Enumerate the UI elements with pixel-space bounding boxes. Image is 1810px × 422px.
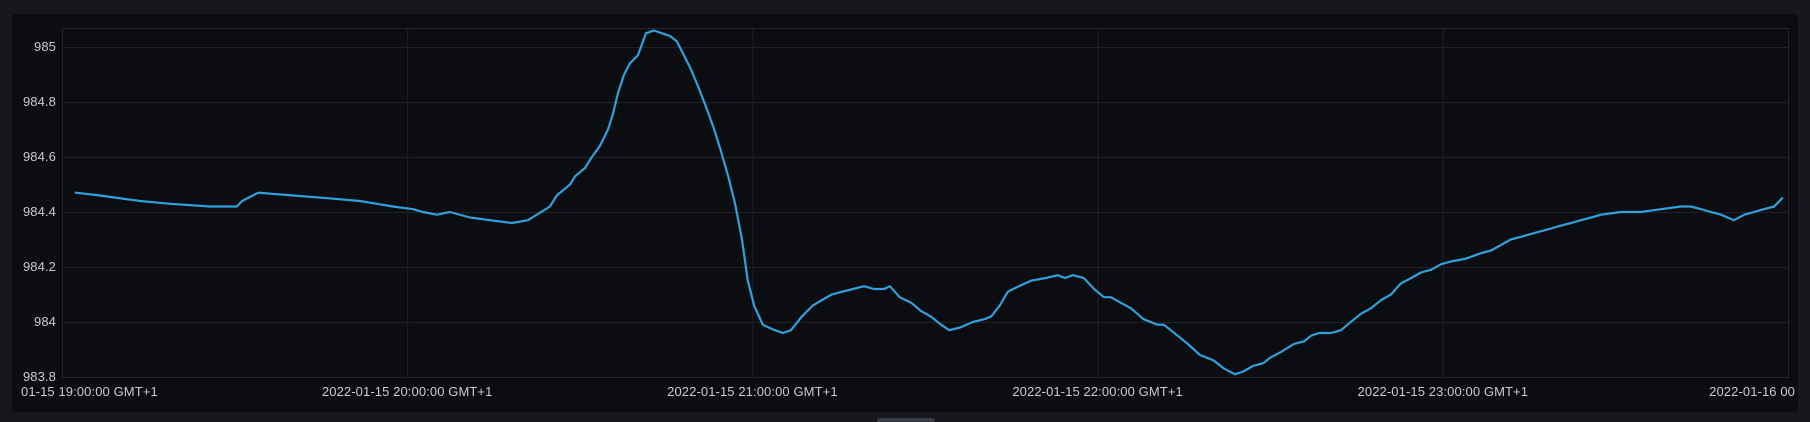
y-axis-tick-label: 985: [0, 39, 56, 54]
y-axis-tick-label: 984.4: [0, 204, 56, 219]
x-axis-tick-label: 2022-01-15 22:00:00 GMT+1: [1012, 384, 1183, 399]
y-axis-tick-label: 984.2: [0, 259, 56, 274]
plot-border: [63, 29, 1789, 378]
y-axis-tick-label: 984: [0, 314, 56, 329]
y-axis-tick-label: 984.6: [0, 149, 56, 164]
y-axis-tick-label: 983.8: [0, 369, 56, 384]
x-axis-tick-label: 2022-01-15 20:00:00 GMT+1: [322, 384, 493, 399]
time-series-chart[interactable]: [0, 0, 1810, 422]
x-axis-tick-label: 01-15 19:00:00 GMT+1: [21, 384, 158, 399]
x-axis-tick-label: 2022-01-15 21:00:00 GMT+1: [667, 384, 838, 399]
x-axis-tick-label: 2022-01-15 23:00:00 GMT+1: [1358, 384, 1529, 399]
page: { "panel": { "title": "", "colors": { "p…: [0, 0, 1810, 422]
horizontal-scrollbar-thumb[interactable]: [877, 418, 935, 422]
y-axis-tick-label: 984.8: [0, 94, 56, 109]
x-axis-tick-label: 2022-01-16 00: [1709, 384, 1795, 399]
